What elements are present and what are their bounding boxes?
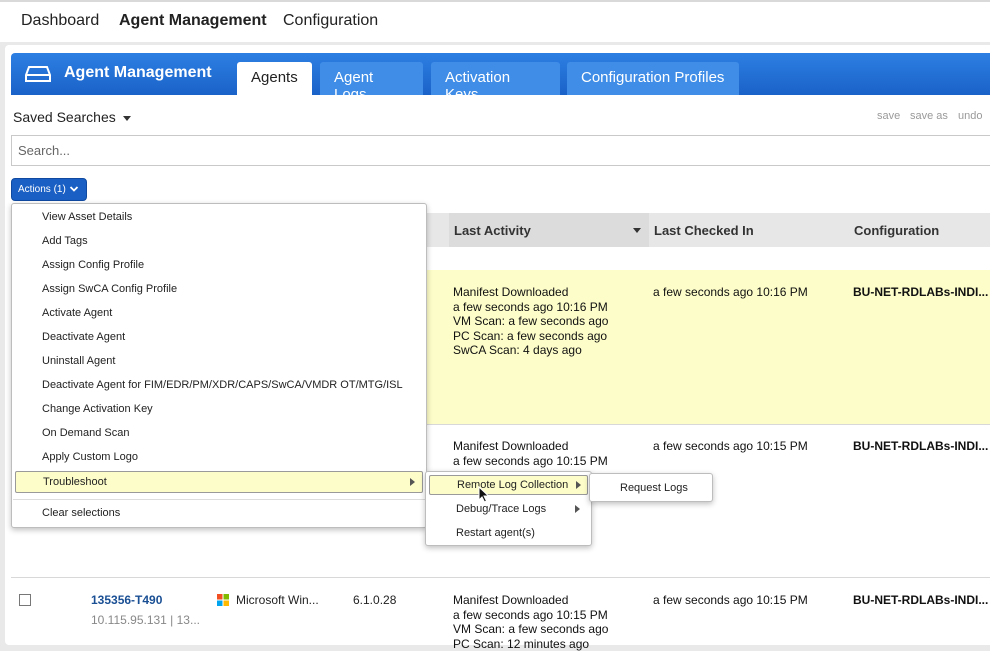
actions-menu: View Asset Details Add Tags Assign Confi… [11, 203, 427, 528]
column-header-blank [427, 213, 449, 247]
menu-item-change-activation-key[interactable]: Change Activation Key [42, 403, 153, 415]
row-checkbox[interactable] [19, 594, 31, 606]
undo-link[interactable]: undo [958, 110, 982, 122]
actions-label: Actions (1) [18, 184, 66, 195]
menu-item-request-logs[interactable]: Request Logs [620, 482, 688, 494]
caret-down-icon [122, 115, 131, 121]
menu-item-clear-selections[interactable]: Clear selections [42, 507, 120, 519]
submenu-arrow-icon [576, 481, 581, 489]
windows-logo-icon [217, 594, 229, 606]
nav-configuration[interactable]: Configuration [283, 12, 378, 30]
menu-separator [13, 499, 425, 500]
tab-agents[interactable]: Agents [237, 62, 312, 95]
drive-icon [25, 66, 51, 82]
last-checked-in-cell: a few seconds ago 10:16 PM [653, 285, 808, 299]
tab-agent-logs[interactable]: Agent Logs [320, 62, 423, 103]
configuration-cell: BU-NET-RDLABs-INDI... [853, 285, 989, 299]
menu-item-assign-swca-config-profile[interactable]: Assign SwCA Config Profile [42, 283, 177, 295]
row-divider [11, 577, 990, 578]
nav-agent-management[interactable]: Agent Management [119, 12, 267, 30]
saved-searches-dropdown[interactable]: Saved Searches [13, 109, 131, 125]
sort-caret-icon [633, 228, 641, 233]
tab-activation-keys[interactable]: Activation Keys [431, 62, 560, 103]
last-activity-cell: Manifest Downloaded a few seconds ago 10… [453, 593, 609, 651]
chevron-down-icon [69, 186, 79, 192]
os-name: Microsoft Win... [236, 593, 319, 607]
search-input[interactable] [11, 135, 990, 166]
module-title: Agent Management [64, 64, 212, 81]
column-header-configuration[interactable]: Configuration [849, 213, 990, 247]
configuration-cell: BU-NET-RDLABs-INDI... [853, 439, 989, 453]
tab-configuration-profiles[interactable]: Configuration Profiles [567, 62, 739, 95]
menu-item-restart-agents[interactable]: Restart agent(s) [456, 527, 535, 539]
last-checked-in-cell: a few seconds ago 10:15 PM [653, 593, 808, 607]
troubleshoot-submenu: Remote Log Collection Debug/Trace Logs R… [425, 471, 592, 546]
submenu-arrow-icon [410, 478, 415, 486]
remote-log-submenu: Request Logs [589, 473, 713, 502]
saved-searches-label: Saved Searches [13, 109, 116, 125]
agent-ip: 10.115.95.131 | 13... [91, 613, 200, 627]
top-navigation: Dashboard Agent Management Configuration [0, 0, 990, 42]
mouse-cursor-icon [478, 486, 490, 503]
last-checked-in-cell: a few seconds ago 10:15 PM [653, 439, 808, 453]
submenu-arrow-icon [575, 505, 580, 513]
agent-name-link[interactable]: 135356-T490 [91, 593, 162, 607]
menu-item-apply-custom-logo[interactable]: Apply Custom Logo [42, 451, 138, 463]
menu-item-remote-log-collection[interactable]: Remote Log Collection [429, 475, 588, 495]
menu-item-assign-config-profile[interactable]: Assign Config Profile [42, 259, 144, 271]
column-header-last-activity[interactable]: Last Activity [449, 213, 649, 247]
actions-button[interactable]: Actions (1) [11, 178, 87, 201]
save-link[interactable]: save [877, 110, 900, 122]
menu-item-activate-agent[interactable]: Activate Agent [42, 307, 112, 319]
module-header: Agent Management Agents Agent Logs Activ… [11, 53, 990, 103]
save-as-link[interactable]: save as [910, 110, 948, 122]
nav-dashboard[interactable]: Dashboard [21, 12, 99, 30]
menu-item-on-demand-scan[interactable]: On Demand Scan [42, 427, 129, 439]
menu-item-uninstall-agent[interactable]: Uninstall Agent [42, 355, 115, 367]
configuration-cell: BU-NET-RDLABs-INDI... [853, 593, 989, 607]
menu-item-troubleshoot[interactable]: Troubleshoot [15, 471, 423, 493]
menu-item-debug-trace-logs[interactable]: Debug/Trace Logs [429, 500, 588, 520]
menu-item-deactivate-agent[interactable]: Deactivate Agent [42, 331, 125, 343]
agent-version: 6.1.0.28 [353, 593, 397, 607]
menu-item-view-asset-details[interactable]: View Asset Details [42, 211, 132, 223]
last-activity-cell: Manifest Downloaded a few seconds ago 10… [453, 439, 608, 468]
column-header-last-checked-in[interactable]: Last Checked In [649, 213, 849, 247]
menu-item-deactivate-agent-modules[interactable]: Deactivate Agent for FIM/EDR/PM/XDR/CAPS… [42, 379, 403, 391]
menu-item-add-tags[interactable]: Add Tags [42, 235, 88, 247]
last-activity-cell: Manifest Downloaded a few seconds ago 10… [453, 285, 609, 357]
